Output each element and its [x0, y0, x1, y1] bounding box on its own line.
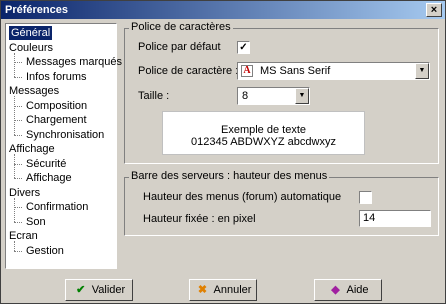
chevron-down-icon[interactable]: ▼ [295, 88, 309, 104]
tree-item-affichage[interactable]: Affichage [26, 171, 72, 185]
font-select-value: MS Sans Serif [260, 65, 331, 77]
font-type-icon: A [241, 65, 253, 77]
tree-item-g-n-ral[interactable]: Général [9, 26, 53, 40]
check-icon: ✓ [239, 42, 248, 53]
sample-line-2: 012345 ABDWXYZ abcdwxyz [191, 136, 336, 148]
chevron-down-icon[interactable]: ▼ [415, 63, 429, 79]
validate-button[interactable]: ✔ Valider [65, 279, 133, 301]
tree-connector [14, 62, 22, 63]
tree-connector [14, 207, 22, 208]
tree-item-divers[interactable]: Divers [9, 186, 40, 200]
tree-connector [14, 221, 22, 223]
size-label: Taille : [138, 90, 170, 102]
servers-group [124, 177, 439, 236]
tree-item-affichage[interactable]: Affichage [9, 142, 55, 156]
tree-item-composition[interactable]: Composition [26, 99, 87, 113]
tree-connector [14, 197, 15, 222]
fixed-height-input[interactable]: 14 [359, 210, 431, 227]
tree-item-chargement[interactable]: Chargement [26, 113, 87, 127]
tree-connector [14, 250, 22, 252]
cancel-button[interactable]: ✖ Annuler [189, 279, 257, 301]
auto-height-label: Hauteur des menus (forum) automatique [143, 191, 342, 203]
tree-connector [14, 105, 22, 107]
tree-item-gestion[interactable]: Gestion [26, 244, 64, 258]
default-font-checkbox[interactable]: ✓ [237, 41, 250, 54]
tree-item-couleurs[interactable]: Couleurs [9, 41, 53, 55]
cancel-label: Annuler [213, 284, 252, 296]
sample-line-1: Exemple de texte [221, 124, 306, 136]
font-sample-box: Exemple de texte 012345 ABDWXYZ abcdwxyz [162, 111, 365, 155]
help-icon: ◆ [331, 284, 340, 296]
category-tree[interactable]: Général Couleurs Messages marqués Infos for… [5, 23, 122, 269]
fixed-height-label: Hauteur fixée : en pixel [143, 213, 256, 225]
tree-connector [14, 120, 22, 121]
tree-item-messages[interactable]: Messages [9, 84, 59, 98]
tree-connector [14, 163, 22, 165]
default-font-label: Police par défaut [138, 41, 221, 53]
font-group-title: Police de caractères [129, 21, 233, 33]
servers-group-title: Barre des serveurs : hauteur des menus [129, 170, 330, 182]
font-select[interactable]: A MS Sans Serif ▼ [237, 62, 430, 80]
help-label: Aide [346, 284, 369, 296]
tree-connector [14, 96, 15, 135]
tree-connector [14, 52, 15, 77]
cancel-icon: ✖ [197, 284, 208, 296]
size-select-value: 8 [242, 90, 249, 102]
window-title: Préférences [5, 4, 68, 16]
title-bar: Préférences × [1, 1, 445, 19]
checkmark-icon: ✔ [76, 284, 86, 296]
tree-connector [14, 134, 22, 136]
auto-height-checkbox[interactable] [359, 191, 372, 204]
tree-item-ecran[interactable]: Ecran [9, 229, 38, 243]
size-select[interactable]: 8 ▼ [237, 87, 310, 105]
tree-item-messages-marqu-s[interactable]: Messages marqués [26, 55, 122, 69]
tree-connector [14, 154, 15, 178]
preferences-window: Préférences × Général Couleurs Messages ma… [0, 0, 446, 304]
tree-connector [14, 76, 22, 78]
close-button[interactable]: × [426, 3, 442, 17]
tree-connector [14, 178, 22, 179]
tree-item-synchronisation[interactable]: Synchronisation [26, 128, 104, 142]
validate-label: Valider [91, 284, 126, 296]
tree-item-s-curit-[interactable]: Sécurité [26, 157, 66, 171]
tree-item-infos-forums[interactable]: Infos forums [26, 70, 87, 84]
tree-item-confirmation[interactable]: Confirmation [26, 200, 88, 214]
help-button[interactable]: ◆ Aide [314, 279, 382, 301]
font-label: Police de caractère : [138, 65, 239, 77]
tree-item-son[interactable]: Son [26, 215, 46, 229]
